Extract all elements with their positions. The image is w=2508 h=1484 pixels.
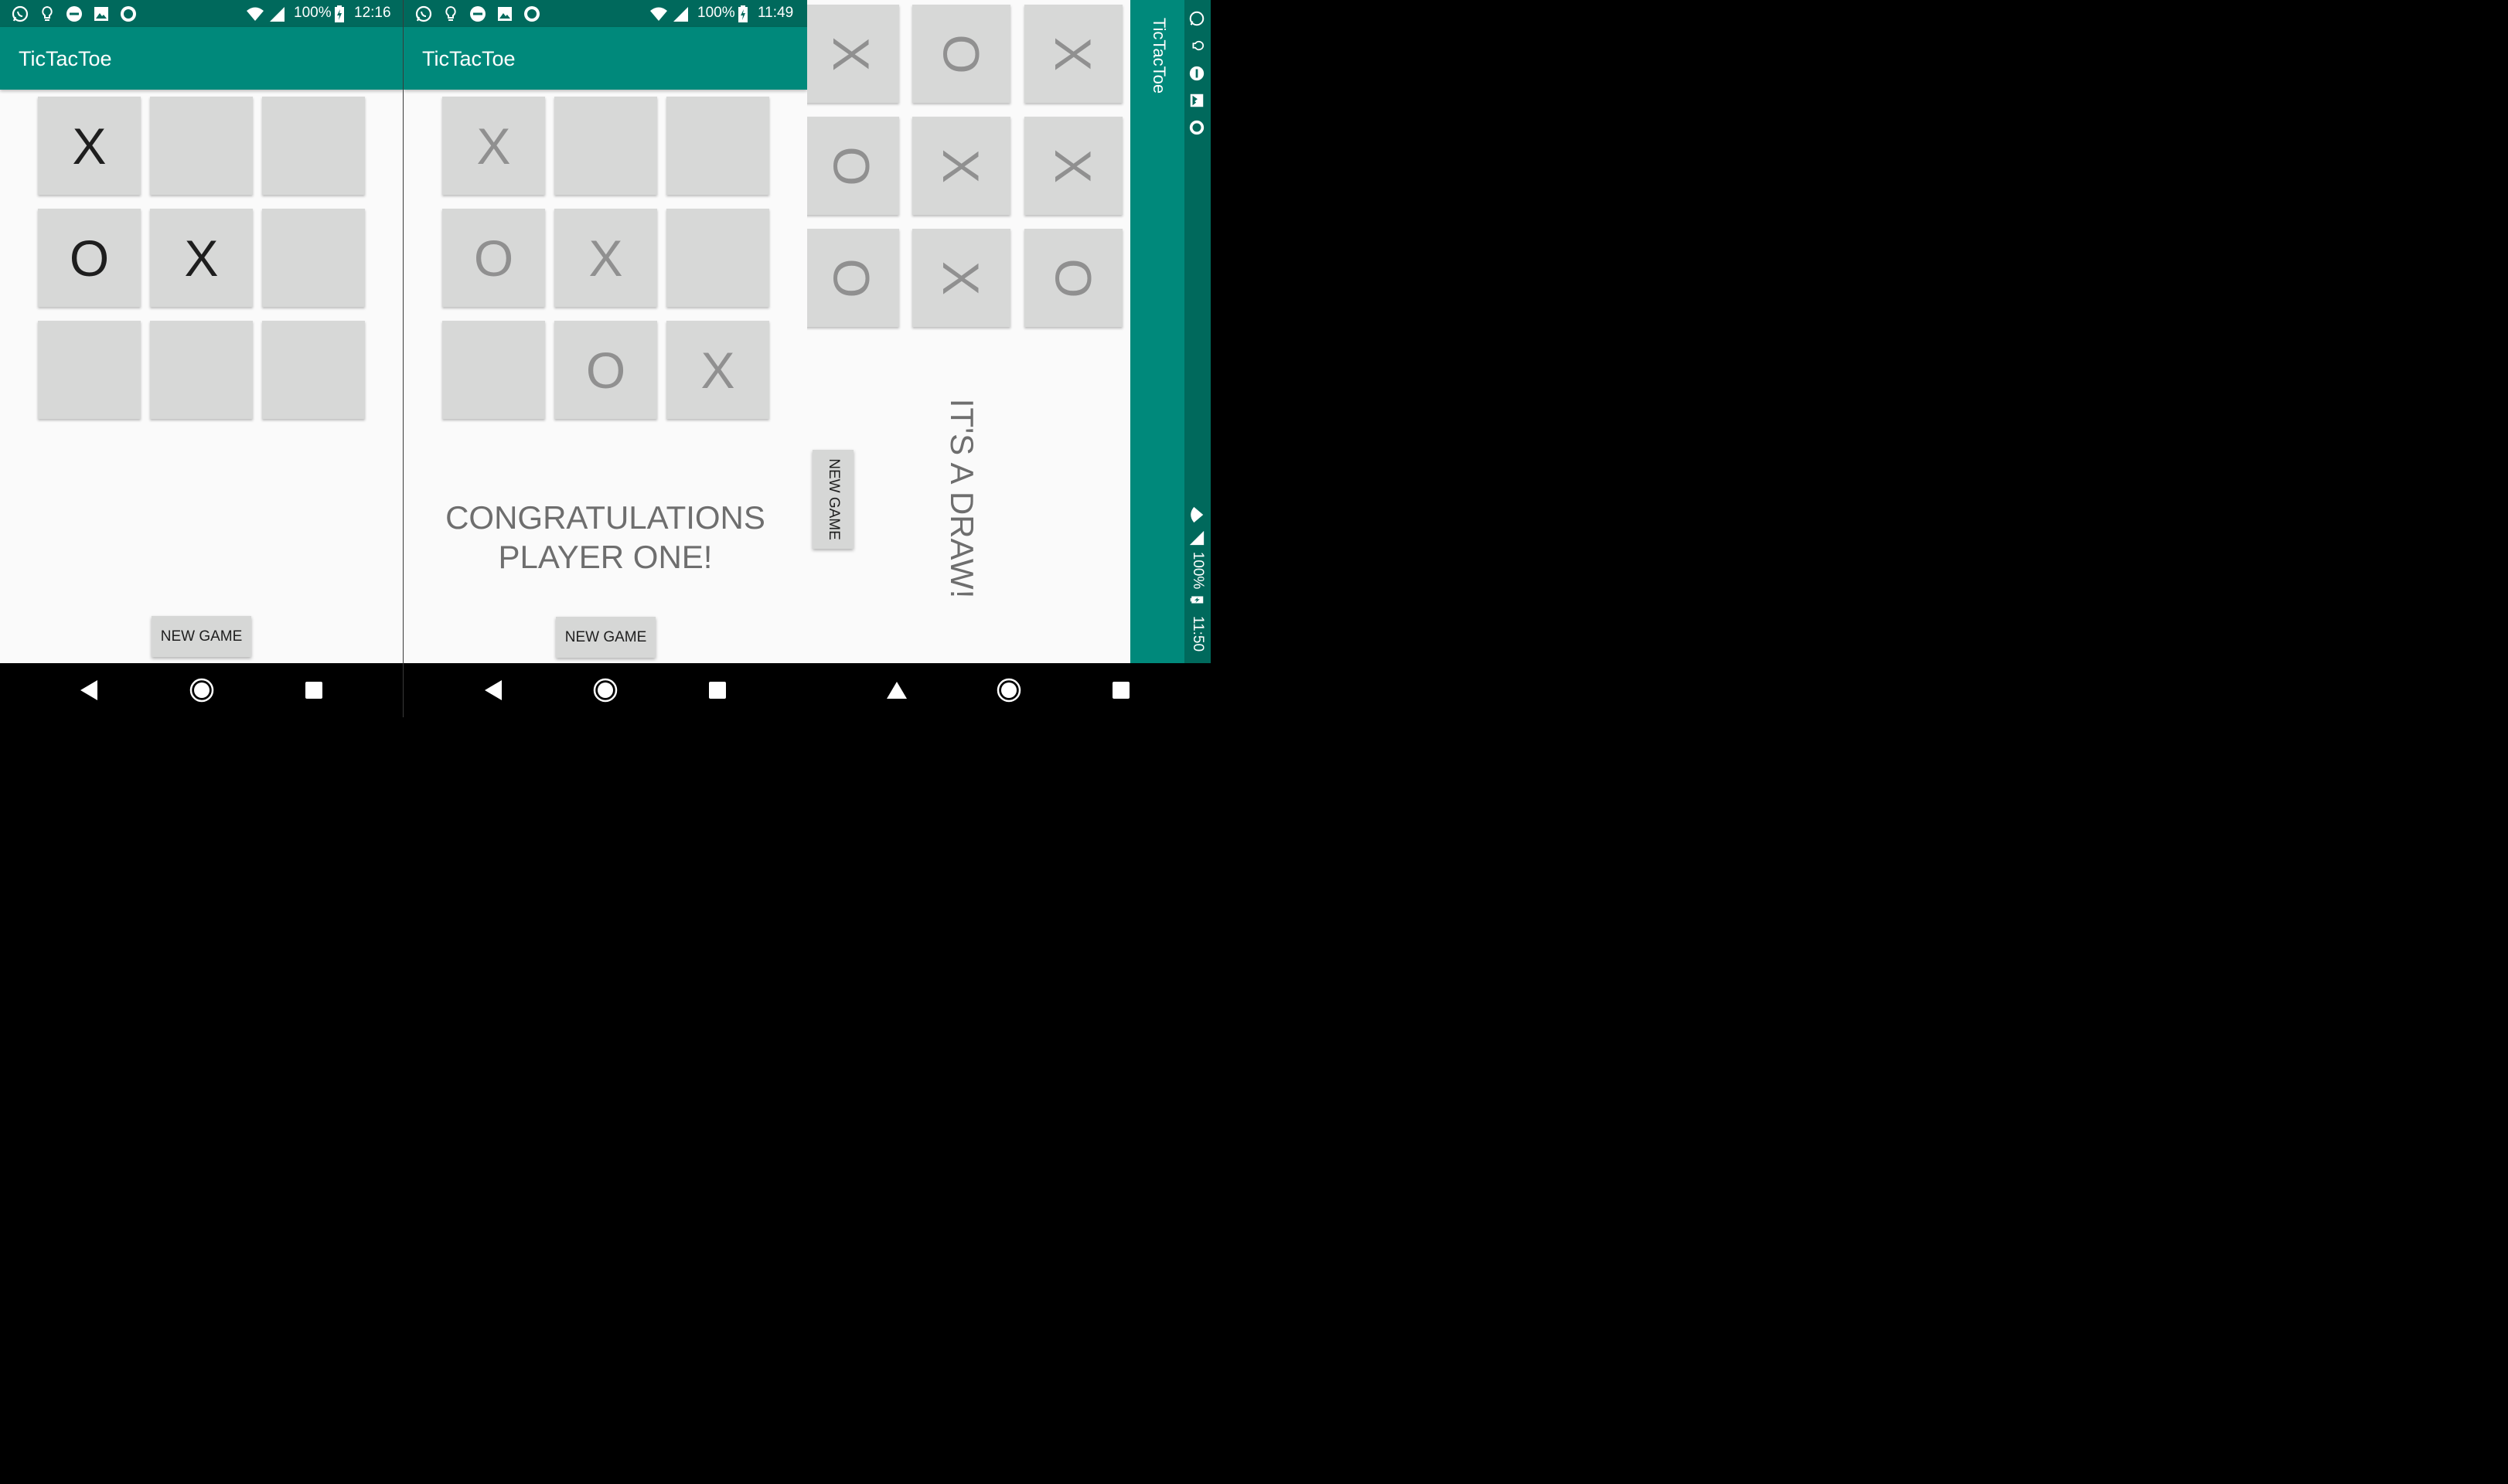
board-cell[interactable]: O	[807, 229, 899, 327]
status-bar: 100% 11:49	[404, 0, 807, 27]
lightbulb-icon	[1192, 40, 1205, 51]
lightbulb-icon	[445, 5, 456, 21]
board-cell[interactable]: X	[442, 97, 545, 195]
home-button[interactable]	[593, 678, 618, 703]
board-cell[interactable]: X	[666, 321, 769, 419]
board-cell[interactable]: X	[912, 117, 1010, 215]
do-not-disturb-icon	[66, 6, 82, 22]
app-title: TicTacToe	[422, 47, 516, 70]
battery-charging-icon	[738, 5, 748, 22]
recents-button[interactable]	[302, 678, 326, 703]
battery-charging-icon	[1190, 596, 1204, 604]
board-cell[interactable]: X	[554, 209, 657, 307]
whatsapp-icon	[415, 5, 432, 22]
recents-icon	[1113, 682, 1130, 699]
board-cell[interactable]	[150, 97, 253, 195]
new-game-button[interactable]: NEW GAME	[813, 450, 854, 549]
board-cell[interactable]: O	[912, 5, 1010, 103]
whatsapp-icon	[12, 5, 29, 22]
home-icon	[997, 678, 1021, 703]
board-cell[interactable]: X	[912, 229, 1010, 327]
board-cell[interactable]	[554, 97, 657, 195]
do-not-disturb-icon	[1189, 66, 1205, 81]
board-cell[interactable]	[442, 321, 545, 419]
board-cell[interactable]	[150, 321, 253, 419]
app-bar: TicTacToe	[0, 27, 404, 90]
result-message: CONGRATULATIONS PLAYER ONE!	[404, 498, 807, 577]
nav-bar	[404, 663, 807, 717]
signal-icon	[1189, 530, 1205, 546]
nav-bar	[0, 663, 404, 717]
board-cell[interactable]: O	[1024, 229, 1123, 327]
back-button[interactable]	[77, 678, 101, 703]
lightbulb-icon	[42, 5, 53, 21]
wifi-icon	[247, 7, 264, 21]
signal-icon	[673, 7, 688, 22]
recents-icon	[305, 682, 322, 699]
back-button[interactable]	[481, 678, 506, 703]
record-icon	[121, 6, 136, 22]
screen-winner: 100% 11:49 TicTacToe X O X O X CONGRATUL…	[404, 0, 807, 717]
whatsapp-icon	[1189, 11, 1205, 26]
board-cell[interactable]	[666, 97, 769, 195]
new-game-button[interactable]: NEW GAME	[152, 616, 251, 657]
new-game-label: NEW GAME	[825, 458, 842, 540]
result-line-2: PLAYER ONE!	[498, 539, 713, 575]
do-not-disturb-icon	[470, 6, 486, 22]
board-cell[interactable]	[666, 209, 769, 307]
status-bar: 100% 12:16	[0, 0, 404, 27]
board-cell[interactable]: X	[38, 97, 141, 195]
image-icon	[1190, 94, 1204, 107]
result-line-1: CONGRATULATIONS	[445, 499, 765, 536]
app-title: TicTacToe	[19, 47, 112, 70]
app-bar: TicTacToe	[1130, 0, 1184, 663]
nav-bar	[807, 663, 1211, 717]
image-icon	[94, 7, 108, 21]
battery-percent: 100%	[294, 5, 332, 21]
board-cell[interactable]: X	[1024, 5, 1123, 103]
status-time: 12:16	[354, 5, 391, 21]
status-time: 11:49	[758, 5, 794, 21]
back-icon	[80, 680, 97, 700]
screen-draw: X O X O X X O X O NEW GAME IT'S A DRAW! …	[807, 0, 1211, 717]
new-game-button[interactable]: NEW GAME	[556, 617, 656, 658]
home-icon	[593, 678, 618, 703]
board-cell[interactable]	[38, 321, 141, 419]
board-cell[interactable]: X	[150, 209, 253, 307]
battery-charging-icon	[335, 5, 344, 22]
back-icon	[485, 680, 502, 700]
app-bar: TicTacToe	[404, 27, 807, 90]
board-cell[interactable]	[262, 209, 365, 307]
board-cell[interactable]	[262, 321, 365, 419]
record-icon	[1189, 120, 1205, 135]
image-icon	[498, 7, 512, 21]
board-cell[interactable]: X	[807, 5, 899, 103]
board-cell[interactable]: O	[442, 209, 545, 307]
back-button[interactable]	[884, 678, 909, 703]
board-cell[interactable]: O	[807, 117, 899, 215]
screen-in-progress: 100% 12:16 TicTacToe X O X NEW GAME	[0, 0, 404, 717]
back-icon	[887, 682, 907, 699]
status-bar: 100% 11:50	[1184, 0, 1211, 663]
home-icon	[189, 678, 214, 703]
wifi-icon	[650, 7, 667, 21]
home-button[interactable]	[189, 678, 214, 703]
record-icon	[524, 6, 540, 22]
board-cell[interactable]	[262, 97, 365, 195]
board-cell[interactable]: O	[554, 321, 657, 419]
wifi-icon	[1191, 506, 1204, 523]
board-cell[interactable]: X	[1024, 117, 1123, 215]
battery-percent: 100%	[697, 5, 735, 21]
recents-icon	[709, 682, 726, 699]
board-cell[interactable]: O	[38, 209, 141, 307]
home-button[interactable]	[997, 678, 1021, 703]
signal-icon	[270, 7, 285, 22]
recents-button[interactable]	[705, 678, 730, 703]
recents-button[interactable]	[1109, 678, 1133, 703]
